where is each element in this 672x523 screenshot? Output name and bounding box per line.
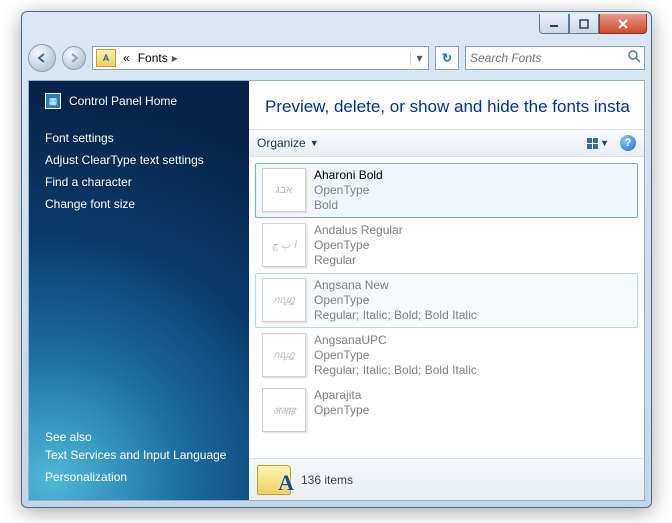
font-type: OpenType <box>314 403 369 418</box>
chevron-down-icon: ▼ <box>600 138 609 148</box>
close-button[interactable] <box>599 14 647 34</box>
font-thumbnail-icon: אבג <box>262 168 306 212</box>
back-button[interactable] <box>28 44 56 72</box>
sidebar-link-personalization[interactable]: Personalization <box>45 466 233 488</box>
title-bar <box>22 12 651 42</box>
chevron-down-icon: ▼ <box>310 138 319 148</box>
font-type: OpenType <box>314 293 477 308</box>
font-name: AngsanaUPC <box>314 333 477 348</box>
breadcrumb-separator[interactable]: ▸ <box>172 51 178 65</box>
minimize-button[interactable] <box>539 14 569 34</box>
font-styles: Bold <box>314 198 383 213</box>
sidebar-link-cleartype[interactable]: Adjust ClearType text settings <box>45 149 233 171</box>
font-thumbnail-icon: กญฎ <box>262 333 306 377</box>
control-panel-icon: ▦ <box>45 93 61 109</box>
breadcrumb-prefix: « <box>119 51 134 65</box>
font-type: OpenType <box>314 348 477 363</box>
breadcrumb-fonts[interactable]: Fonts <box>134 51 172 65</box>
font-row[interactable]: กญฎAngsana NewOpenTypeRegular; Italic; B… <box>255 273 638 328</box>
address-bar[interactable]: A « Fonts ▸ ▾ <box>92 46 429 70</box>
font-thumbnail-icon: अआइ <box>262 388 306 432</box>
font-meta: AparajitaOpenType <box>314 388 369 418</box>
sidebar-link-font-settings[interactable]: Font settings <box>45 127 233 149</box>
view-options-button[interactable]: ▼ <box>582 135 614 152</box>
font-meta: Aharoni BoldOpenTypeBold <box>314 168 383 213</box>
address-dropdown[interactable]: ▾ <box>410 51 428 65</box>
maximize-icon <box>579 19 589 29</box>
forward-button[interactable] <box>62 46 86 70</box>
sidebar-link-change-font-size[interactable]: Change font size <box>45 193 233 215</box>
control-panel-home[interactable]: ▦ Control Panel Home <box>45 93 233 109</box>
font-thumbnail-icon: กญฎ <box>262 278 306 322</box>
font-name: Aharoni Bold <box>314 168 383 183</box>
sidebar-link-text-services[interactable]: Text Services and Input Language <box>45 444 233 466</box>
font-list[interactable]: אבגAharoni BoldOpenTypeBoldا ب جAndalus … <box>249 157 644 458</box>
fonts-folder-large-icon <box>257 465 291 495</box>
status-bar: 136 items <box>249 458 644 500</box>
nav-bar: A « Fonts ▸ ▾ ↻ <box>22 42 651 74</box>
search-input[interactable] <box>470 51 627 65</box>
font-row[interactable]: अआइ AparajitaOpenType <box>255 383 638 437</box>
font-styles: Regular <box>314 253 403 268</box>
sidebar-link-find-character[interactable]: Find a character <box>45 171 233 193</box>
font-meta: Angsana NewOpenTypeRegular; Italic; Bold… <box>314 278 477 323</box>
font-meta: Andalus RegularOpenTypeRegular <box>314 223 403 268</box>
main-pane: Preview, delete, or show and hide the fo… <box>249 81 644 500</box>
help-button[interactable]: ? <box>620 135 636 151</box>
font-thumbnail-icon: ا ب ج <box>262 223 306 267</box>
forward-icon <box>69 53 79 63</box>
organize-label: Organize <box>257 136 306 150</box>
font-type: OpenType <box>314 183 383 198</box>
font-row[interactable]: ا ب جAndalus RegularOpenTypeRegular <box>255 218 638 273</box>
font-row[interactable]: אבגAharoni BoldOpenTypeBold <box>255 163 638 218</box>
page-title: Preview, delete, or show and hide the fo… <box>249 81 644 129</box>
status-item-count: 136 items <box>301 473 353 487</box>
back-icon <box>36 52 48 64</box>
view-grid-icon <box>587 138 598 149</box>
font-row[interactable]: กญฎAngsanaUPCOpenTypeRegular; Italic; Bo… <box>255 328 638 383</box>
font-name: Aparajita <box>314 388 369 403</box>
content-area: ▦ Control Panel Home Font settings Adjus… <box>28 80 645 501</box>
close-icon <box>617 19 629 29</box>
sidebar: ▦ Control Panel Home Font settings Adjus… <box>29 81 249 500</box>
font-name: Andalus Regular <box>314 223 403 238</box>
minimize-icon <box>549 19 559 29</box>
explorer-window: A « Fonts ▸ ▾ ↻ ▦ Control Panel Home Fon… <box>21 11 652 508</box>
search-icon <box>627 49 641 68</box>
window-controls <box>539 14 647 34</box>
fonts-folder-icon: A <box>96 49 116 67</box>
font-meta: AngsanaUPCOpenTypeRegular; Italic; Bold;… <box>314 333 477 378</box>
toolbar: Organize ▼ ▼ ? <box>249 129 644 157</box>
maximize-button[interactable] <box>569 14 599 34</box>
font-type: OpenType <box>314 238 403 253</box>
organize-menu[interactable]: Organize ▼ <box>257 136 319 150</box>
refresh-button[interactable]: ↻ <box>435 46 459 70</box>
font-styles: Regular; Italic; Bold; Bold Italic <box>314 363 477 378</box>
search-box[interactable] <box>465 46 645 70</box>
font-name: Angsana New <box>314 278 477 293</box>
see-also-label: See also <box>45 430 233 444</box>
control-panel-home-label: Control Panel Home <box>69 94 177 108</box>
font-styles: Regular; Italic; Bold; Bold Italic <box>314 308 477 323</box>
refresh-icon: ↻ <box>442 51 452 65</box>
